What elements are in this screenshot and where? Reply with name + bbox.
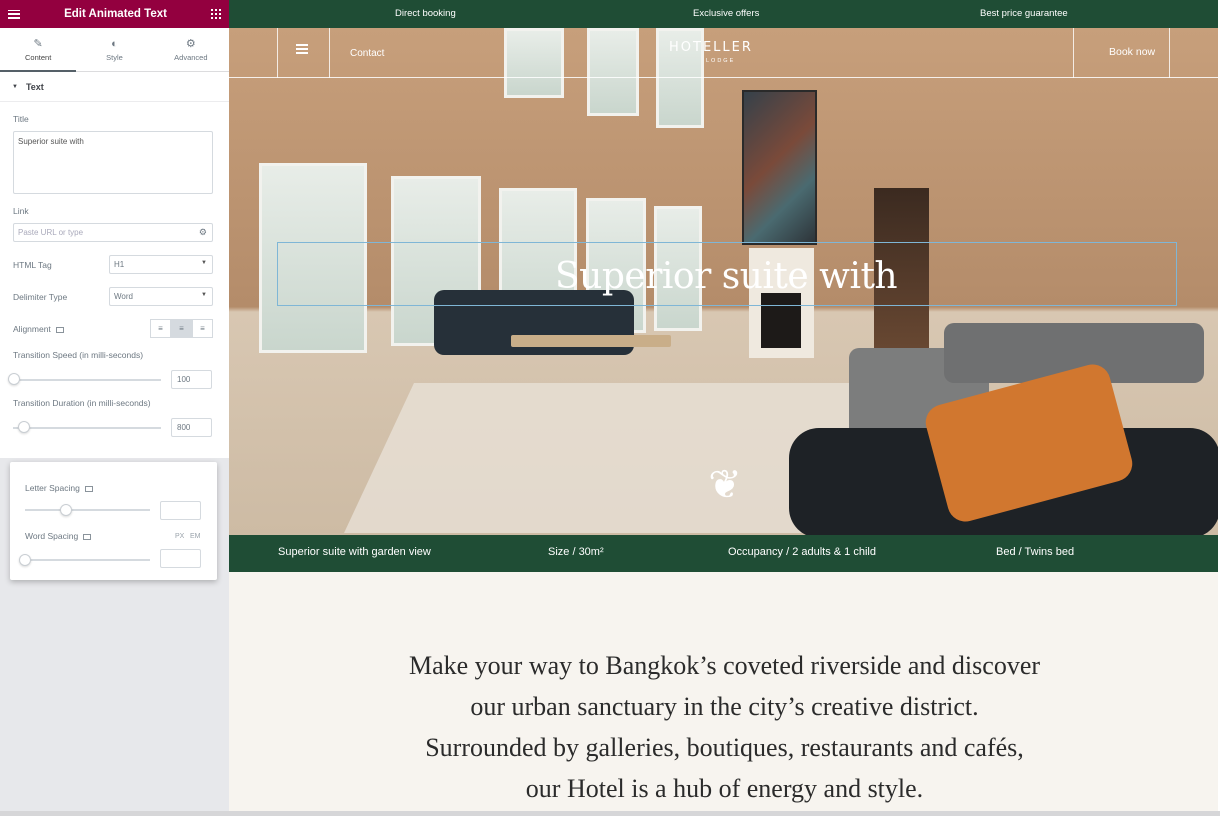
word-spacing-track[interactable] bbox=[25, 559, 150, 561]
site-logo-sub: LODGE bbox=[706, 58, 736, 64]
desktop-icon[interactable] bbox=[83, 533, 92, 540]
speed-input[interactable]: 100 bbox=[171, 370, 212, 389]
title-textarea[interactable]: Superior suite with bbox=[13, 131, 213, 194]
title-label: Title bbox=[13, 114, 29, 124]
word-spacing-handle[interactable] bbox=[19, 554, 31, 566]
site-topbar: Direct booking Exclusive offers Best pri… bbox=[229, 0, 1220, 28]
letter-spacing-handle[interactable] bbox=[60, 504, 72, 516]
info-bed: Bed / Twins bed bbox=[996, 546, 1075, 558]
alignment-label-text: Alignment bbox=[13, 324, 51, 334]
alignment-label: Alignment bbox=[13, 324, 64, 334]
site-logo[interactable]: HOTELLER bbox=[669, 40, 753, 55]
editor-window: Edit Animated Text ✎ Content ◐ Style ⚙ A… bbox=[0, 0, 1220, 816]
delimiter-label: Delimiter Type bbox=[13, 292, 68, 302]
coffee-table bbox=[511, 335, 671, 347]
desktop-icon[interactable] bbox=[84, 485, 93, 492]
link-placeholder: Paste URL or type bbox=[18, 228, 84, 237]
speed-slider-handle[interactable] bbox=[8, 373, 20, 385]
leaf-logo-icon: ❦ bbox=[708, 463, 742, 507]
gear-icon: ⚙ bbox=[185, 37, 196, 50]
half-circle-icon: ◐ bbox=[111, 37, 118, 50]
letter-spacing-input[interactable] bbox=[160, 501, 201, 520]
align-right-icon[interactable]: ≡ bbox=[192, 319, 213, 338]
tab-content-label: Content bbox=[25, 52, 52, 62]
duration-slider-handle[interactable] bbox=[18, 421, 30, 433]
info-room-name: Superior suite with garden view bbox=[278, 546, 431, 558]
book-now-button[interactable]: Book now bbox=[1109, 46, 1155, 58]
letter-spacing-label-text: Letter Spacing bbox=[25, 483, 80, 493]
paragraph-line: Surrounded by galleries, boutiques, rest… bbox=[425, 733, 1024, 762]
alignment-buttons: ≡ ≡ ≡ bbox=[150, 319, 213, 338]
duration-slider-track[interactable] bbox=[13, 427, 161, 429]
paragraph-line: Make your way to Bangkok’s coveted river… bbox=[408, 651, 1041, 680]
site-preview: Direct booking Exclusive offers Best pri… bbox=[229, 0, 1220, 811]
panel-tabs: ✎ Content ◐ Style ⚙ Advanced bbox=[0, 28, 229, 72]
delimiter-value: Word bbox=[114, 292, 133, 301]
description-paragraph: Make your way to Bangkok’s coveted river… bbox=[229, 645, 1220, 809]
chevron-down-icon: ▼ bbox=[201, 260, 207, 266]
letter-spacing-label: Letter Spacing bbox=[25, 483, 93, 493]
tab-advanced-label: Advanced bbox=[174, 52, 208, 62]
link-options-gear-icon[interactable]: ⚙ bbox=[199, 227, 207, 238]
site-header: Contact HOTELLER LODGE Book now bbox=[229, 28, 1220, 78]
hero-animated-title: Superior suite with bbox=[555, 256, 898, 297]
desktop-icon[interactable] bbox=[55, 326, 64, 333]
nav-divider bbox=[1073, 28, 1074, 78]
speed-label: Transition Speed (in milli-seconds) bbox=[13, 350, 144, 360]
room-info-bar: Superior suite with garden view Size / 3… bbox=[229, 535, 1220, 572]
tab-style-label: Style bbox=[106, 52, 123, 62]
editor-panel: Edit Animated Text ✎ Content ◐ Style ⚙ A… bbox=[0, 0, 229, 816]
nav-divider bbox=[1169, 28, 1170, 78]
info-size: Size / 30m² bbox=[548, 546, 604, 558]
tab-advanced[interactable]: ⚙ Advanced bbox=[153, 28, 229, 71]
caret-down-icon: ▼ bbox=[12, 83, 18, 90]
delimiter-select[interactable]: Word ▼ bbox=[109, 287, 213, 306]
link-input[interactable]: Paste URL or type ⚙ bbox=[13, 223, 213, 242]
tab-content[interactable]: ✎ Content bbox=[0, 28, 77, 72]
menu-icon[interactable] bbox=[8, 9, 20, 19]
topbar-best-price[interactable]: Best price guarantee bbox=[980, 8, 1068, 19]
section-title: Text bbox=[25, 81, 44, 92]
topbar-direct-booking[interactable]: Direct booking bbox=[395, 8, 456, 19]
duration-input[interactable]: 800 bbox=[171, 418, 212, 437]
pencil-icon: ✎ bbox=[33, 37, 43, 50]
window-bottom-edge bbox=[0, 811, 1220, 816]
word-spacing-label-text: Word Spacing bbox=[25, 531, 79, 541]
unit-px[interactable]: PX bbox=[175, 533, 184, 540]
nav-divider bbox=[277, 28, 278, 78]
text-controls: Title Superior suite with Link Paste URL… bbox=[0, 102, 229, 458]
link-label: Link bbox=[13, 206, 29, 216]
html-tag-value: H1 bbox=[114, 260, 125, 269]
nav-contact[interactable]: Contact bbox=[350, 48, 384, 59]
html-tag-label: HTML Tag bbox=[13, 260, 52, 270]
letter-spacing-track[interactable] bbox=[25, 509, 150, 511]
paragraph-line: our urban sanctuary in the city’s creati… bbox=[470, 692, 979, 721]
speed-slider-track[interactable] bbox=[13, 379, 161, 381]
wall-painting bbox=[742, 90, 817, 245]
panel-header: Edit Animated Text bbox=[0, 0, 229, 28]
widgets-grid-icon[interactable] bbox=[211, 9, 221, 19]
info-occupancy: Occupancy / 2 adults & 1 child bbox=[728, 546, 876, 558]
duration-label: Transition Duration (in milli-seconds) bbox=[13, 398, 151, 408]
paragraph-line: our Hotel is a hub of energy and style. bbox=[525, 774, 924, 803]
unit-em[interactable]: EM bbox=[190, 533, 201, 540]
panel-title: Edit Animated Text bbox=[64, 8, 167, 20]
nav-divider bbox=[329, 28, 330, 78]
align-left-icon[interactable]: ≡ bbox=[150, 319, 171, 338]
section-text-header[interactable]: ▼ Text bbox=[0, 72, 229, 102]
topbar-exclusive-offers[interactable]: Exclusive offers bbox=[693, 8, 759, 19]
chevron-down-icon: ▼ bbox=[201, 292, 207, 298]
typography-popover: Letter Spacing Word Spacing PX EM bbox=[10, 462, 217, 580]
html-tag-select[interactable]: H1 ▼ bbox=[109, 255, 213, 274]
word-spacing-input[interactable] bbox=[160, 549, 201, 568]
word-spacing-label: Word Spacing bbox=[25, 531, 92, 541]
site-menu-icon[interactable] bbox=[296, 44, 308, 54]
tab-style[interactable]: ◐ Style bbox=[76, 28, 152, 71]
align-center-icon[interactable]: ≡ bbox=[171, 319, 192, 338]
